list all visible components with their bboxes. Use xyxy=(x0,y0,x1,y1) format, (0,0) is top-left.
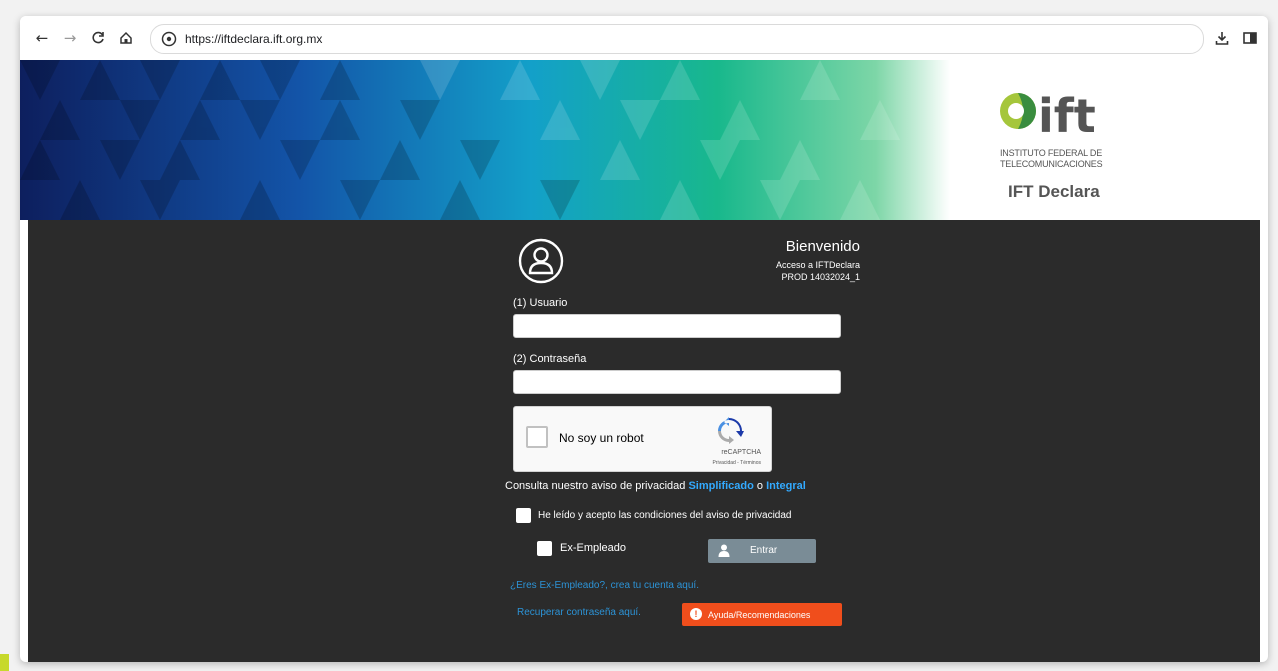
browser-window: ← → https://iftdeclara.ift.org.mx ift IN… xyxy=(20,16,1268,662)
user-icon xyxy=(718,544,730,557)
enter-button[interactable]: Entrar xyxy=(708,539,816,563)
ift-logo-area: ift INSTITUTO FEDERAL DE TELECOMUNICACIO… xyxy=(950,60,1268,220)
recaptcha-logo-icon xyxy=(718,417,744,444)
login-section: Bienvenido Acceso a IFTDeclara PROD 1403… xyxy=(28,220,1260,662)
version-text: PROD 14032024_1 xyxy=(781,272,860,282)
browser-toolbar: ← → https://iftdeclara.ift.org.mx xyxy=(20,16,1268,61)
recaptcha-terms[interactable]: Privacidad - Términos xyxy=(712,460,761,466)
help-button-label: Ayuda/Recomendaciones xyxy=(708,610,811,620)
privacy-simplified-link[interactable]: Simplificado xyxy=(688,480,753,492)
user-input[interactable] xyxy=(513,314,841,338)
address-bar[interactable]: https://iftdeclara.ift.org.mx xyxy=(150,24,1204,54)
logo-text: ift xyxy=(1038,89,1096,142)
recaptcha-checkbox[interactable] xyxy=(526,426,548,448)
welcome-title: Bienvenido xyxy=(785,238,860,255)
url-text: https://iftdeclara.ift.org.mx xyxy=(185,32,323,46)
create-account-link[interactable]: ¿Eres Ex-Empleado?, crea tu cuenta aquí. xyxy=(510,580,699,591)
ex-employee-label: Ex-Empleado xyxy=(560,542,627,554)
institute-line-1: INSTITUTO FEDERAL DE xyxy=(1000,148,1103,158)
password-input[interactable] xyxy=(513,370,841,394)
ex-employee-checkbox[interactable] xyxy=(537,541,552,556)
welcome-block: Bienvenido Acceso a IFTDeclara PROD 1403… xyxy=(776,238,860,283)
corner-accent xyxy=(0,654,9,671)
user-circle-icon xyxy=(518,238,564,284)
header-banner: ift INSTITUTO FEDERAL DE TELECOMUNICACIO… xyxy=(20,60,1268,220)
institute-name: INSTITUTO FEDERAL DE TELECOMUNICACIONES xyxy=(1000,148,1103,170)
app-name: IFT Declara xyxy=(1008,182,1100,201)
privacy-integral-link[interactable]: Integral xyxy=(766,480,806,492)
user-label: (1) Usuario xyxy=(513,297,568,309)
triangle-pattern xyxy=(20,60,950,220)
welcome-subtitle: Acceso a IFTDeclara xyxy=(775,260,860,270)
recaptcha-widget: No soy un robot reCAPTCHA Privacidad - T… xyxy=(513,406,772,472)
help-button[interactable]: ! Ayuda/Recomendaciones xyxy=(682,603,842,626)
ift-logo: ift xyxy=(998,84,1122,147)
recaptcha-label: No soy un robot xyxy=(559,431,644,445)
privacy-or: o xyxy=(756,480,764,492)
recaptcha-brand: reCAPTCHA xyxy=(721,449,761,456)
accept-privacy-checkbox[interactable] xyxy=(516,508,531,523)
home-icon[interactable] xyxy=(116,28,136,48)
privacy-notice: Consulta nuestro aviso de privacidad Sim… xyxy=(505,480,806,492)
enter-button-label: Entrar xyxy=(750,545,778,556)
site-info-icon[interactable] xyxy=(161,31,177,47)
reload-icon[interactable] xyxy=(88,28,108,48)
recover-password-link[interactable]: Recuperar contraseña aquí. xyxy=(517,607,641,618)
institute-line-2: TELECOMUNICACIONES xyxy=(1000,159,1103,169)
download-icon[interactable] xyxy=(1212,28,1232,48)
accept-privacy-label: He leído y acepto las condiciones del av… xyxy=(538,510,792,521)
side-panel-icon[interactable] xyxy=(1240,28,1260,48)
privacy-text: Consulta nuestro aviso de privacidad xyxy=(505,480,686,492)
info-icon: ! xyxy=(690,608,702,620)
password-label: (2) Contraseña xyxy=(513,353,587,365)
back-arrow-icon[interactable]: ← xyxy=(32,28,52,48)
forward-arrow-icon[interactable]: → xyxy=(60,28,80,48)
